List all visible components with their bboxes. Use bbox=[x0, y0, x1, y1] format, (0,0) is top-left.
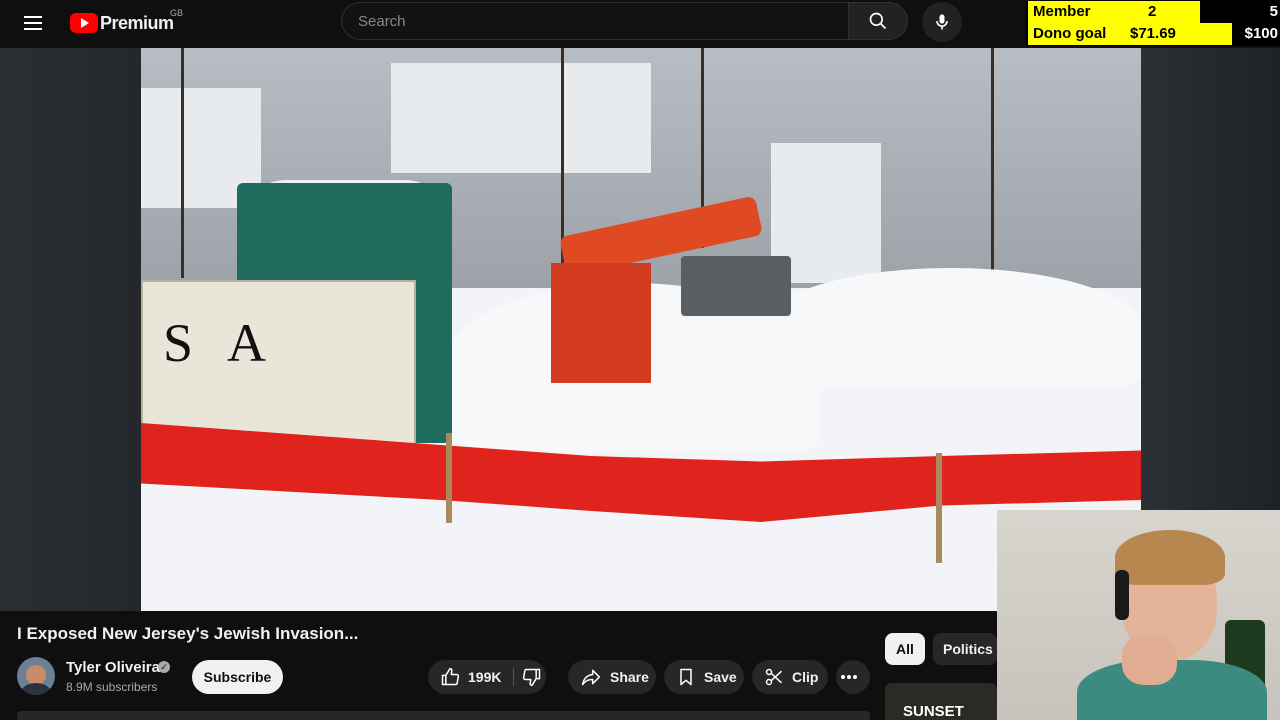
clip-label: Clip bbox=[792, 669, 819, 685]
member-goal-current: 2 bbox=[1148, 3, 1157, 20]
member-goal-label: Member Goal bbox=[1028, 1, 1128, 42]
thumbs-up-icon bbox=[441, 667, 460, 686]
youtube-logo[interactable]: Premium GB bbox=[70, 8, 183, 35]
save-icon bbox=[680, 668, 692, 686]
thumbnail-text: SUNSET bbox=[903, 703, 964, 720]
player-left-margin bbox=[0, 48, 141, 611]
chip-all[interactable]: All bbox=[885, 633, 925, 665]
brand-name: Premium bbox=[100, 12, 174, 33]
save-button[interactable]: Save bbox=[664, 660, 744, 694]
subscriber-count: 8.9M subscribers bbox=[66, 680, 158, 694]
webcam-hand bbox=[1122, 635, 1177, 685]
like-dislike-group: 199K bbox=[428, 660, 546, 694]
recommended-thumbnail[interactable]: SUNSET bbox=[885, 683, 997, 720]
video-fence-stake bbox=[446, 433, 452, 523]
channel-avatar[interactable] bbox=[17, 657, 55, 695]
search-box bbox=[341, 2, 848, 40]
voice-search-button[interactable] bbox=[922, 2, 962, 42]
clip-button[interactable]: Clip bbox=[752, 660, 828, 694]
video-player[interactable]: SA bbox=[141, 48, 1141, 611]
like-count: 199K bbox=[468, 669, 502, 685]
subscribe-button[interactable]: Subscribe bbox=[192, 660, 283, 694]
share-button[interactable]: Share bbox=[568, 660, 656, 694]
member-goal-fill bbox=[1128, 1, 1200, 23]
video-house bbox=[391, 63, 651, 173]
description-box-top bbox=[17, 711, 870, 720]
video-fence-stake bbox=[936, 453, 942, 563]
verified-icon: ✓ bbox=[158, 661, 170, 673]
dislike-button[interactable] bbox=[522, 667, 550, 690]
like-button[interactable]: 199K bbox=[428, 660, 501, 694]
player-right-margin bbox=[1141, 48, 1280, 510]
share-icon bbox=[581, 669, 601, 686]
video-tree bbox=[181, 48, 184, 278]
chip-politics[interactable]: Politics N bbox=[933, 633, 997, 665]
webcam-headset bbox=[1115, 570, 1129, 620]
clip-icon bbox=[765, 668, 783, 686]
channel-name[interactable]: Tyler Oliveira bbox=[66, 659, 160, 676]
dono-goal-row: Dono goal $71.69 $100 bbox=[1026, 23, 1280, 45]
video-title: I Exposed New Jersey's Jewish Invasion..… bbox=[17, 624, 359, 643]
save-label: Save bbox=[704, 669, 737, 685]
video-loader-bucket bbox=[681, 256, 791, 316]
youtube-logo-icon bbox=[70, 13, 98, 33]
dono-goal-max: $100 bbox=[1244, 25, 1278, 42]
more-actions-button[interactable] bbox=[836, 660, 870, 694]
webcam-hair bbox=[1115, 530, 1225, 585]
member-goal-max: 5 bbox=[1269, 3, 1278, 20]
video-tree bbox=[991, 48, 994, 298]
search-button[interactable] bbox=[848, 2, 908, 40]
video-dumpster: SA bbox=[141, 280, 416, 450]
dono-goal-current: $71.69 bbox=[1130, 25, 1176, 42]
menu-icon[interactable] bbox=[24, 11, 48, 35]
share-label: Share bbox=[610, 669, 649, 685]
video-snowpile bbox=[761, 268, 1141, 388]
thumbs-down-icon bbox=[522, 668, 541, 687]
mic-icon bbox=[936, 14, 948, 30]
member-goal-row: Member Goal 2 5 bbox=[1026, 1, 1280, 42]
webcam-overlay bbox=[997, 510, 1280, 720]
search-icon bbox=[869, 12, 887, 30]
like-divider bbox=[513, 668, 514, 686]
more-icon bbox=[841, 675, 857, 679]
region-code: GB bbox=[170, 8, 184, 18]
search-input[interactable] bbox=[342, 3, 848, 39]
dono-goal-label: Dono goal bbox=[1028, 23, 1128, 45]
video-loader-cab bbox=[551, 263, 651, 383]
stream-goals-overlay: Member Goal 2 5 Dono goal $71.69 $100 bbox=[1026, 0, 1280, 46]
